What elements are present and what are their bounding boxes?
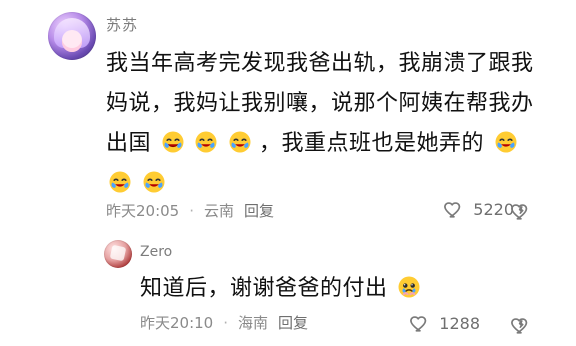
comment-text-line-2: 妈说，我妈让我别嚷，说那个阿姨在帮我办	[106, 91, 534, 116]
broken-heart-icon	[510, 314, 532, 336]
laughing-crying-emoji-icon	[194, 130, 218, 154]
comment-text-line-3: 出国 ，我重点班也是她弄的	[106, 124, 556, 164]
avatar[interactable]	[104, 240, 132, 268]
avatar[interactable]	[48, 12, 96, 60]
comment-text-line-1: 我当年高考完发现我爸出轨，我崩溃了跟我	[106, 51, 534, 76]
dislike-button[interactable]	[510, 200, 532, 222]
laughing-crying-emoji-icon	[494, 130, 518, 154]
laughing-crying-emoji-icon	[142, 170, 166, 194]
dot-separator: ·	[189, 201, 195, 220]
laughing-crying-emoji-icon	[228, 130, 252, 154]
avatar-mark	[109, 244, 127, 262]
heart-icon	[409, 312, 431, 334]
reply-location: 海南	[238, 314, 269, 332]
comment-location: 云南	[204, 202, 235, 220]
like-count: 5220	[473, 199, 514, 219]
dislike-button[interactable]	[510, 314, 532, 336]
reply-meta: 昨天20:10 · 海南 回复	[140, 312, 308, 333]
comment-text-line-3-prefix: 出国	[106, 131, 152, 156]
reply-button[interactable]: 回复	[244, 200, 274, 221]
laughing-crying-emoji-icon	[108, 170, 132, 194]
like-button[interactable]: 1288	[409, 312, 480, 334]
comment-text-line-3-suffix: ，我重点班也是她弄的	[259, 131, 485, 156]
comment-time: 昨天20:05	[106, 202, 180, 220]
reply-username[interactable]: Zero	[140, 244, 172, 260]
like-button[interactable]: 5220	[443, 198, 514, 220]
reply-button[interactable]: 回复	[278, 312, 308, 333]
reply-text-content: 知道后，谢谢爸爸的付出	[140, 276, 388, 301]
laughing-crying-emoji-icon	[161, 130, 185, 154]
comment-text: 我当年高考完发现我爸出轨，我崩溃了跟我 妈说，我妈让我别嚷，说那个阿姨在帮我办 …	[106, 44, 556, 204]
avatar-face	[62, 30, 82, 52]
pleading-face-emoji-icon	[397, 275, 421, 299]
broken-heart-icon	[510, 200, 532, 222]
heart-icon	[443, 198, 465, 220]
comment-thread: 苏苏 我当年高考完发现我爸出轨，我崩溃了跟我 妈说，我妈让我别嚷，说那个阿姨在帮…	[0, 0, 576, 346]
reply-time: 昨天20:10	[140, 314, 214, 332]
reply-text: 知道后，谢谢爸爸的付出	[140, 274, 421, 304]
comment-username[interactable]: 苏苏	[106, 14, 138, 35]
dot-separator: ·	[223, 313, 229, 332]
comment-meta: 昨天20:05 · 云南 回复	[106, 200, 274, 221]
like-count: 1288	[439, 313, 480, 333]
